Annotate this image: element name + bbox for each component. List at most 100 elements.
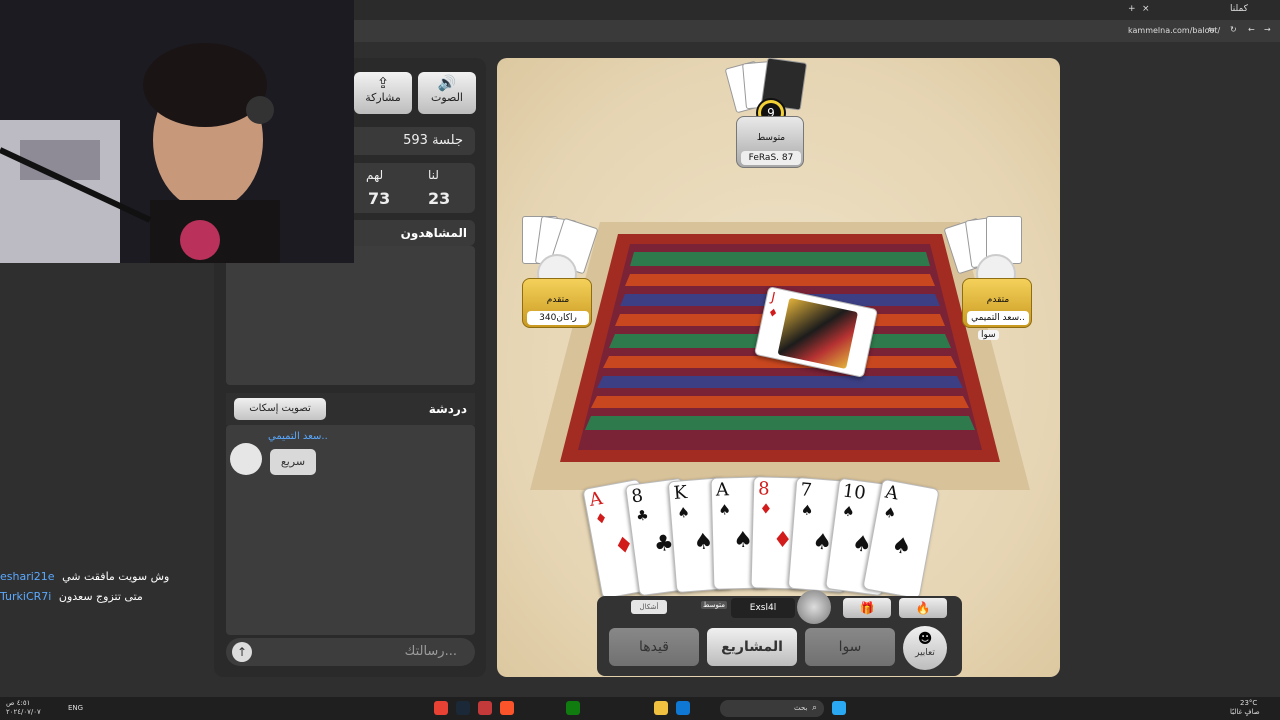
player-level: متقدم (546, 295, 570, 305)
card-suit: ♦ (593, 510, 609, 529)
jack-face-art (777, 297, 859, 370)
stream-chat-user: eshari21e (0, 570, 55, 583)
card-rank: 8 (630, 485, 645, 508)
watchers-list (226, 246, 475, 385)
card-rank: A (587, 487, 605, 511)
speaker-icon: 🔊 (437, 74, 457, 92)
windows-start-icon[interactable] (832, 701, 846, 715)
card-rank: K (672, 481, 688, 504)
card-rank: 10 (841, 480, 867, 505)
card-suit: ♣ (635, 507, 650, 525)
card-suit: ♠ (882, 504, 898, 523)
message-input[interactable]: ↑ رسالتك... (226, 638, 475, 666)
stream-chat-line: eshari21e وش سويت مافقت شي (0, 570, 169, 583)
stream-chat-text: وش سويت مافقت شي (62, 570, 170, 583)
shapes-button[interactable]: أشكال (631, 600, 667, 614)
player-level: متوسط (756, 133, 786, 143)
card-rank: A (715, 479, 730, 501)
smiley-icon: ☻ (917, 631, 933, 647)
fire-icon: 🔥 (915, 601, 931, 615)
sawa-button[interactable]: سوا (805, 628, 895, 666)
steam-icon[interactable] (456, 701, 470, 715)
player-tag: سوا (978, 330, 999, 340)
player-name: راكان340 (527, 311, 589, 325)
my-level: متوسط (701, 601, 727, 609)
gift-icon: 🎁 (859, 601, 875, 615)
folder-icon[interactable] (654, 701, 668, 715)
my-avatar (797, 590, 831, 624)
player-name: FeRaS. 87 (741, 151, 801, 165)
card-rank: 7 (799, 479, 813, 502)
forward-icon[interactable]: → (1264, 25, 1271, 34)
gift-button[interactable]: 🎁 (843, 598, 891, 618)
card-suit: ♠ (718, 502, 732, 519)
player-level: متقدم (986, 295, 1010, 305)
card-suit: ♦ (759, 501, 773, 518)
taskbar-search[interactable]: بحث ⌕ (720, 700, 824, 717)
tab-close-icon[interactable]: × (1142, 4, 1150, 14)
send-arrow-icon[interactable]: ↑ (232, 642, 252, 662)
settings-icon[interactable]: ⇋ (1208, 25, 1215, 34)
share-label: مشاركة (365, 91, 401, 104)
taskbar: ٤:٥١ ص ٢٠٢٤/٠٧/٠٧ ENG بحث ⌕ 23°C صافٍ غا… (0, 697, 1280, 720)
record-button[interactable]: قيدها (609, 628, 699, 666)
app-icon[interactable] (478, 701, 492, 715)
fire-button[interactable]: 🔥 (899, 598, 947, 618)
new-tab-button[interactable]: + (1128, 4, 1136, 14)
chrome-icon[interactable] (434, 701, 448, 715)
chat-message-bubble: سريع (270, 449, 316, 475)
back-icon[interactable]: ← (1248, 25, 1255, 34)
avatar (230, 443, 262, 475)
sound-label: الصوت (431, 91, 463, 104)
played-card-suit: ♦ (766, 305, 780, 321)
right-player-badge: متقدم سعد التميمي.. (962, 278, 1032, 328)
card-center-suit: ♠ (732, 527, 754, 554)
score-us-value: 23 (428, 189, 451, 208)
xbox-icon[interactable] (566, 701, 580, 715)
card-suit: ♠ (841, 503, 856, 521)
share-icon: ⇪ (376, 74, 390, 92)
top-player-badge: متوسط FeRaS. 87 (736, 116, 804, 168)
mute-vote-button[interactable]: تصويت إسكات (234, 398, 326, 420)
url-text[interactable]: kammelna.com/baloot/ (1128, 26, 1220, 35)
reload-icon[interactable]: ↻ (1230, 25, 1237, 34)
card-rank: 8 (757, 478, 770, 500)
share-button[interactable]: ⇪ مشاركة (354, 72, 412, 114)
card-rank: A (883, 481, 901, 505)
score-them-value: 73 (368, 189, 391, 208)
clock-time: ٤:٥١ ص (6, 699, 31, 707)
language-indicator[interactable]: ENG (68, 704, 83, 712)
streamer-image (0, 0, 354, 263)
left-player-badge: متقدم راكان340 (522, 278, 592, 328)
my-name: Exsl4l (731, 598, 795, 618)
action-bar: أشكال متوسط Exsl4l 🎁 🔥 قيدها المشاريع سو… (597, 590, 962, 676)
expressions-button[interactable]: ☻ تعابير (903, 626, 947, 670)
session-label: جلسة 593 (403, 133, 463, 148)
card-suit: ♠ (800, 502, 815, 520)
message-placeholder: رسالتك... (404, 644, 457, 659)
chat-author: سعد التميمي.. (268, 431, 328, 442)
search-placeholder: بحث (794, 704, 808, 712)
sound-button[interactable]: 🔊 الصوت (418, 72, 476, 114)
card-suit: ♠ (676, 504, 691, 522)
chat-title: دردشة (428, 402, 467, 416)
stream-chat-line: TurkiCR7i متى تتزوج سعدون (0, 590, 143, 603)
edge-icon[interactable] (676, 701, 690, 715)
search-icon: ⌕ (812, 703, 818, 713)
score-us-label: لنا (428, 168, 439, 182)
weather-temp: 23°C (1240, 699, 1258, 707)
clock-date: ٢٠٢٤/٠٧/٠٧ (6, 708, 41, 716)
webcam-overlay (0, 0, 354, 263)
expressions-label: تعابير (915, 648, 935, 658)
watchers-title: المشاهدون (400, 226, 467, 240)
tab-title[interactable]: كملنا (1230, 4, 1248, 14)
player-hand: A ♦ ♦ 8 ♣ ♣ K ♠ ♠ A ♠ ♠ 8 ♦ ♦ 7 ♠ ♠ 10 ♠ ♠ A ♠ ♠ (582, 476, 972, 600)
score-them-label: لهم (366, 168, 384, 182)
card-center-suit: ♠ (889, 532, 914, 561)
played-card-rank: J (769, 290, 777, 306)
projects-button[interactable]: المشاريع (707, 628, 797, 666)
stream-chat-user: TurkiCR7i (0, 590, 52, 603)
player-name: سعد التميمي.. (967, 311, 1029, 325)
weather-desc: صافٍ غالبًا (1230, 708, 1260, 716)
brave-icon[interactable] (500, 701, 514, 715)
